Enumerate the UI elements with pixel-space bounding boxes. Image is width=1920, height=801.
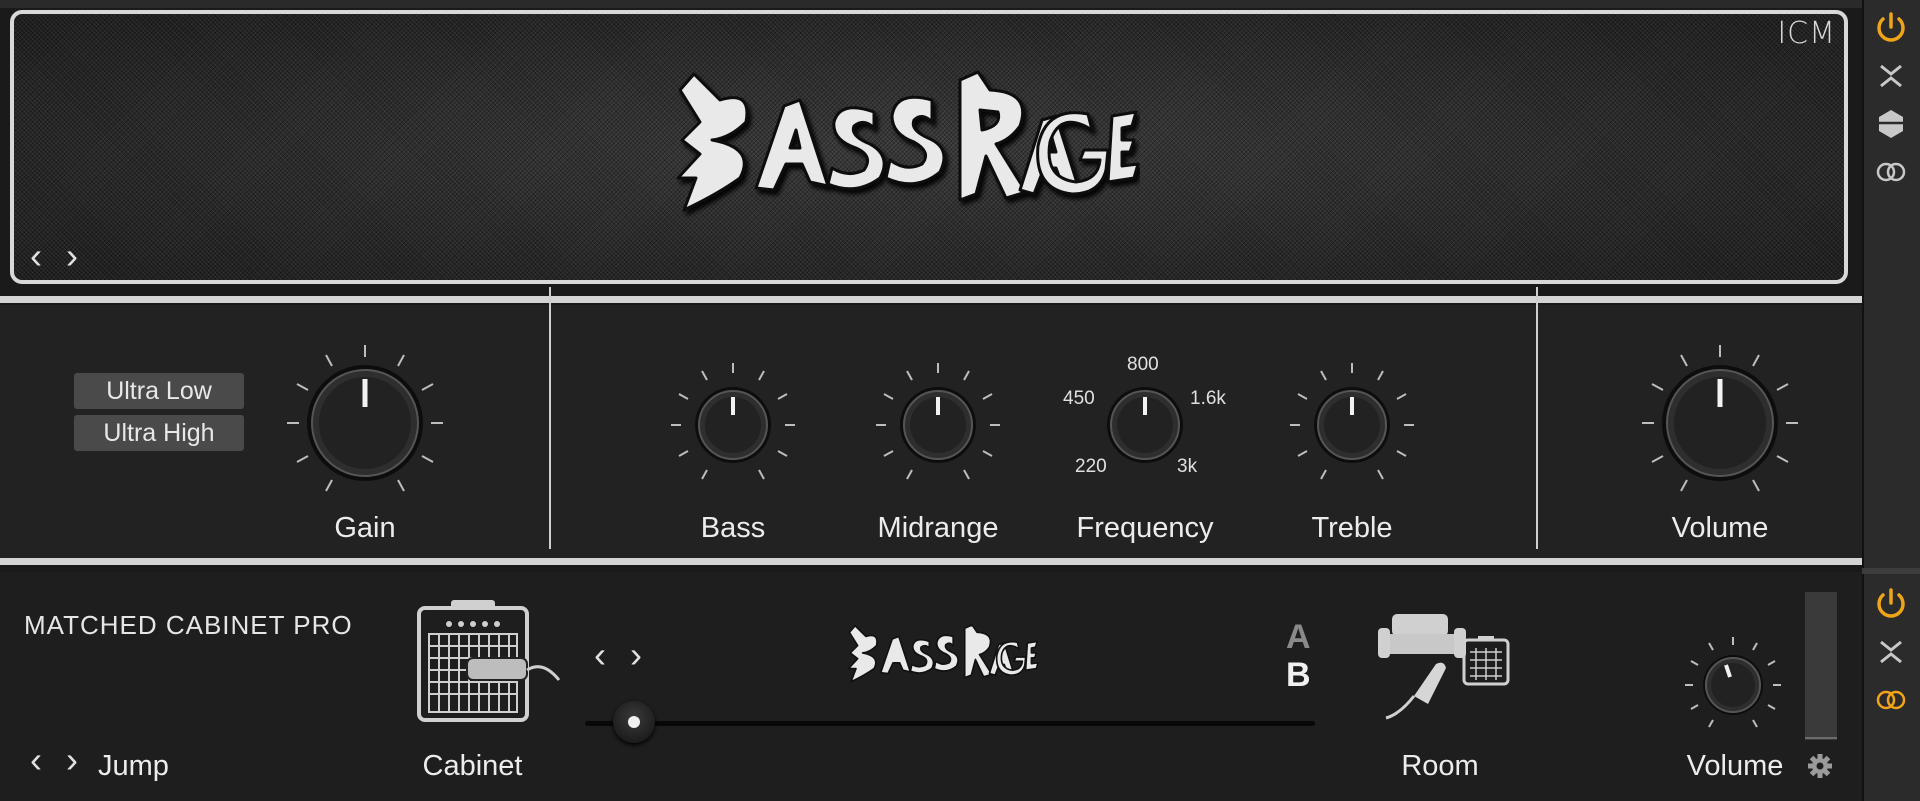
section-divider-2	[1536, 287, 1538, 549]
settings-gear-icon[interactable]	[1807, 753, 1833, 779]
top-strip	[0, 0, 1862, 8]
room-icon[interactable]	[1370, 610, 1510, 725]
slot-a-button[interactable]: A	[1286, 618, 1311, 657]
divider-bottom	[0, 558, 1862, 565]
treble-label: Treble	[1311, 512, 1393, 544]
preset-next-button[interactable]: ›	[66, 238, 78, 274]
section-divider-1	[549, 287, 551, 549]
slot-b-button[interactable]: B	[1286, 656, 1311, 695]
cabinet-module-title: MATCHED CABINET PRO	[24, 610, 353, 640]
jump-label[interactable]: Jump	[98, 750, 169, 783]
freq-3k-label: 3k	[1177, 456, 1198, 477]
sidebar-divider	[1862, 568, 1920, 574]
amp-hexagon-icon[interactable]	[1875, 108, 1907, 140]
freq-220-label: 220	[1075, 456, 1107, 477]
amp-volume-knob[interactable]	[1635, 338, 1805, 508]
amp-collapse-icon[interactable]	[1875, 60, 1907, 92]
midrange-label: Midrange	[877, 512, 999, 544]
freq-450-label: 450	[1063, 388, 1095, 409]
mic-position-track[interactable]	[585, 721, 1315, 726]
preset-prev-button[interactable]: ‹	[30, 238, 42, 274]
cab-link-rings-icon[interactable]	[1875, 684, 1907, 716]
meter-floor	[1805, 737, 1837, 739]
midrange-knob[interactable]	[873, 360, 1003, 490]
ultra-low-button[interactable]: Ultra Low	[74, 373, 244, 409]
amp-power-icon[interactable]	[1875, 12, 1907, 44]
gain-knob[interactable]	[280, 338, 450, 508]
treble-knob[interactable]	[1287, 360, 1417, 490]
output-level-meter	[1805, 592, 1837, 740]
jump-next-button[interactable]: ›	[66, 742, 78, 778]
cab-next-button[interactable]: ›	[630, 637, 642, 673]
bass-rage-logo	[676, 70, 1140, 212]
cab-prev-button[interactable]: ‹	[594, 637, 606, 673]
cab-power-icon[interactable]	[1875, 588, 1907, 620]
amp-link-rings-icon[interactable]	[1875, 156, 1907, 188]
gain-label: Gain	[334, 512, 396, 544]
cabinet-label: Cabinet	[422, 750, 523, 782]
bass-knob[interactable]	[668, 360, 798, 490]
cab-volume-knob[interactable]	[1683, 635, 1783, 735]
amp-volume-label: Volume	[1671, 512, 1769, 544]
cab-collapse-icon[interactable]	[1875, 636, 1907, 668]
freq-1600-label: 1.6k	[1190, 388, 1226, 409]
jump-prev-button[interactable]: ‹	[30, 742, 42, 778]
bass-label: Bass	[700, 512, 766, 544]
brand-logo: ICM	[1777, 16, 1836, 51]
divider-top	[0, 296, 1862, 303]
freq-800-label: 800	[1127, 354, 1159, 375]
room-label: Room	[1401, 750, 1479, 782]
mic-position-handle[interactable]	[613, 701, 655, 743]
cab-volume-label: Volume	[1686, 750, 1784, 782]
cabinet-icon[interactable]	[415, 600, 565, 725]
frequency-label: Frequency	[1076, 512, 1214, 544]
cab-bass-rage-logo	[847, 624, 1039, 683]
ultra-high-button[interactable]: Ultra High	[74, 415, 244, 451]
